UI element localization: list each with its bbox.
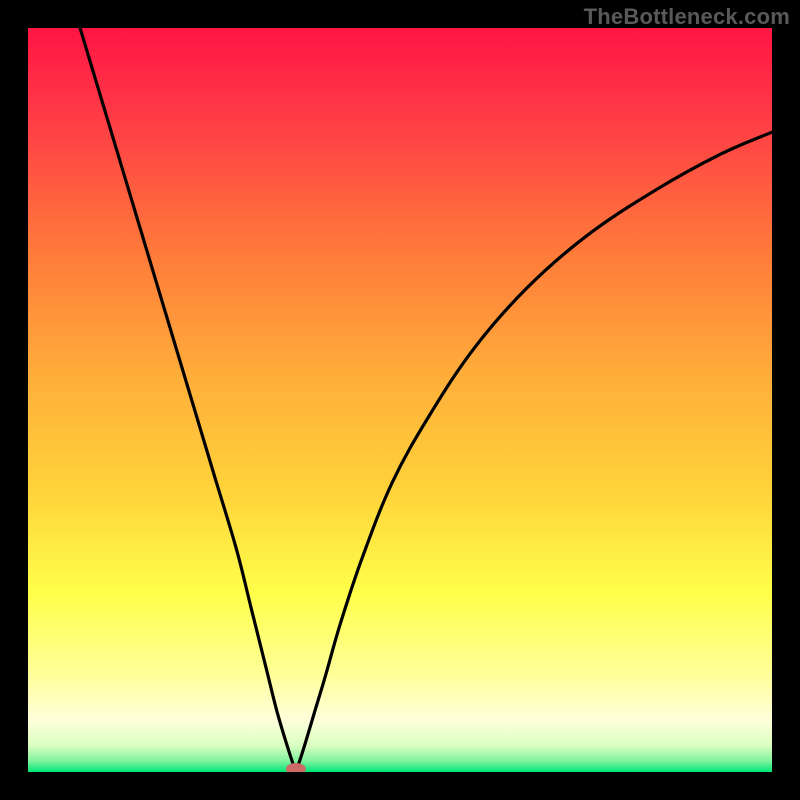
- plot-area: [28, 28, 772, 772]
- chart-svg: [28, 28, 772, 772]
- watermark-label: TheBottleneck.com: [584, 4, 790, 30]
- gradient-bg: [28, 28, 772, 772]
- chart-frame: TheBottleneck.com: [0, 0, 800, 800]
